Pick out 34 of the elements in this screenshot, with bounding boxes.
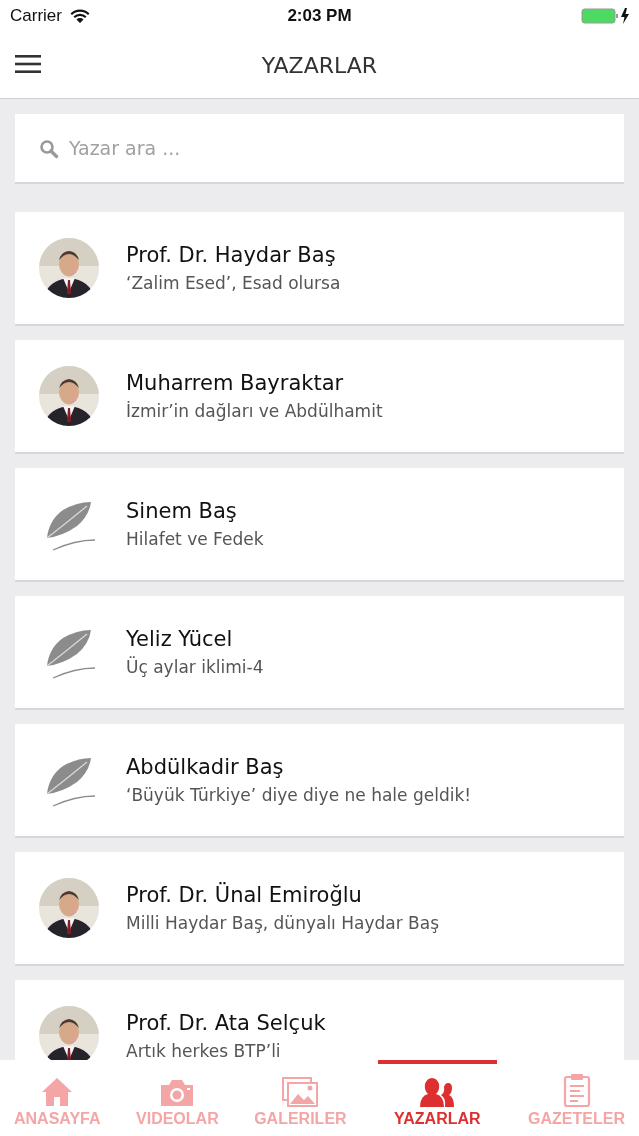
article-title: Milli Haydar Baş, dünyalı Haydar Baş [126,913,440,933]
author-card[interactable]: Prof. Dr. Ata Selçuk Artık herkes BTP’li [15,980,624,1060]
pictures-icon [282,1077,319,1107]
tab[interactable]: YAZARLAR [378,1060,497,1136]
author-card[interactable]: Prof. Dr. Ünal Emiroğlu Milli Haydar Baş, dünyalı Haydar Baş [15,852,624,966]
article-title: ‘Büyük Türkiye’ diye diye ne hale geldik! [126,785,472,805]
author-card[interactable]: Muharrem Bayraktar İzmir’in dağları ve Abdülhamit [15,340,624,454]
menu-icon[interactable] [15,54,41,74]
author-name: Prof. Dr. Haydar Baş [126,243,337,267]
article-title: Hilafet ve Fedek [126,529,264,549]
author-card[interactable]: Sinem Baş Hilafet ve Fedek [15,468,624,582]
author-card[interactable]: Yeliz Yücel Üç aylar iklimi-4 [15,596,624,710]
author-name: Prof. Dr. Ünal Emiroğlu [126,883,363,907]
page-title: YAZARLAR [261,52,378,78]
author-card[interactable]: Prof. Dr. Haydar Baş ‘Zalim Esed’, Esad olursa [15,212,624,326]
battery-icon [581,7,631,25]
article-title: ‘Zalim Esed’, Esad olursa [126,273,341,293]
carrier-label: Carrier [10,6,62,26]
author-name: Sinem Baş [126,499,238,523]
search-field[interactable]: Yazar ara ... [15,114,624,184]
status-time: 2:03 PM [287,6,352,26]
author-name: Prof. Dr. Ata Selçuk [126,1011,326,1035]
people-icon [419,1077,456,1107]
article-title: Üç aylar iklimi-4 [126,657,264,677]
wifi-icon [69,8,90,24]
camera-icon [159,1079,196,1107]
article-title: İzmir’in dağları ve Abdülhamit [126,401,383,421]
author-card[interactable]: Abdülkadir Baş ‘Büyük Türkiye’ diye diye ne hale geldik! [15,724,624,838]
author-name: Abdülkadir Baş [126,755,285,779]
article-title: Artık herkes BTP’li [126,1041,282,1060]
house-icon [41,1077,74,1107]
clipboard-icon [562,1073,591,1107]
author-name: Yeliz Yücel [126,627,234,651]
author-name: Muharrem Bayraktar [126,371,345,395]
